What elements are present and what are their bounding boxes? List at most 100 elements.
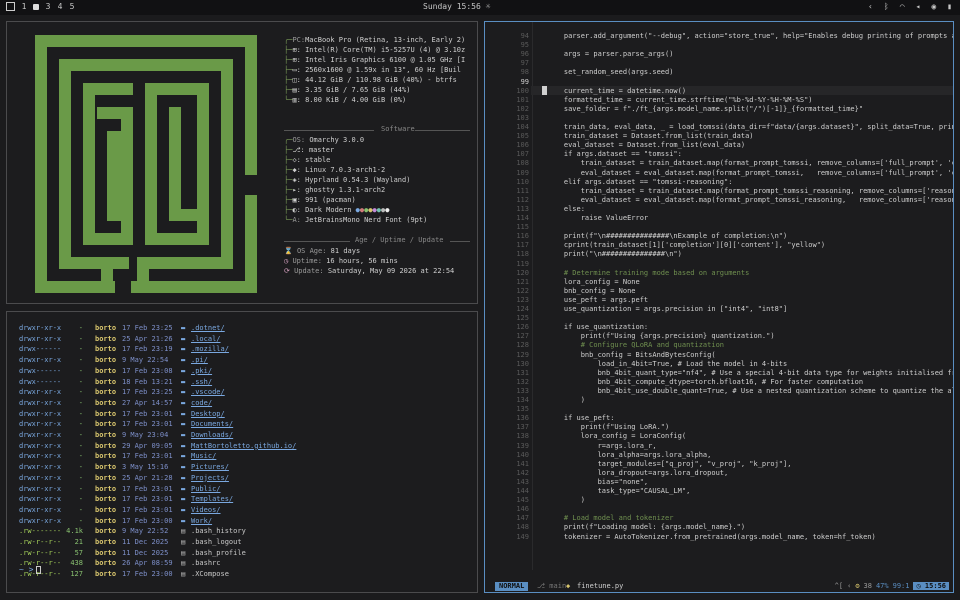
file-owner: borto — [95, 431, 117, 439]
code-line[interactable]: train_dataset = train_dataset.map(format… — [547, 159, 953, 167]
file-date: 3 May 15:16 — [122, 463, 169, 472]
clock[interactable]: Sunday 15:56 ☼ — [423, 2, 490, 11]
workspace-3[interactable]: 3 — [45, 2, 51, 11]
line-number: 126 — [516, 323, 529, 332]
code-line[interactable]: train_data, eval_data, _ = load_tomssi(d… — [547, 123, 953, 131]
code-line[interactable]: bnb_config = None — [547, 287, 636, 295]
code-line[interactable]: eval_dataset = eval_dataset.map(format_p… — [547, 169, 953, 177]
pending-keys: ^[ — [834, 582, 844, 590]
line-number: 131 — [516, 368, 529, 377]
ls-terminal[interactable]: drwxr-xr-x - borto 17 Feb 23:25 ▬ .dotnet/drw… — [6, 311, 478, 593]
line-number: 96 — [520, 50, 529, 59]
workspace-4[interactable]: 4 — [57, 2, 63, 11]
code-line[interactable]: if use_peft: — [547, 414, 615, 422]
file-size: - — [78, 420, 83, 429]
fetch-sw-branch: ├─⎇: master — [284, 146, 335, 154]
file-size: 57 — [74, 548, 83, 557]
code-line[interactable]: lora_alpha=args.lora_alpha, — [547, 451, 712, 459]
workspace-1[interactable]: 1 — [21, 2, 27, 11]
gpu-icon: ⊞ — [292, 56, 297, 64]
cpu-icon[interactable]: ◉ — [931, 2, 936, 11]
code-line[interactable]: else: — [547, 205, 585, 213]
palette-icon: ◐ — [292, 206, 297, 214]
code-line[interactable]: if args.dataset == "tomssi": — [547, 150, 682, 158]
code-line[interactable]: train_dataset = train_dataset.map(format… — [547, 187, 953, 195]
code-line[interactable]: # Load model and tokenizer — [547, 514, 674, 522]
divider — [415, 130, 470, 131]
code-line[interactable]: eval_dataset = eval_dataset.map(format_p… — [547, 196, 953, 204]
code-line[interactable]: save_folder = f"./ft_{args.model_name.sp… — [547, 105, 863, 113]
code-line[interactable]: # Determine training mode based on argum… — [547, 269, 749, 277]
code-line[interactable]: use_quantization = args.precision in ["i… — [547, 305, 787, 313]
code-line[interactable]: print(f"Using {args.precision} quantizat… — [547, 332, 775, 340]
code-line[interactable]: eval_dataset = Dataset.from_list(eval_da… — [547, 141, 745, 149]
code-line[interactable]: # Configure QLoRA and quantization — [547, 341, 724, 349]
code-line[interactable]: r=args.lora_r, — [547, 442, 657, 450]
line-number: 102 — [516, 104, 529, 113]
folder-icon: ▬ — [181, 366, 186, 375]
shell-prompt[interactable]: ~ > — [19, 565, 42, 574]
code-line[interactable]: args = parser.parse_args() — [547, 50, 674, 58]
code-line[interactable]: bnb_config = BitsAndBytesConfig( — [547, 351, 716, 359]
code-line[interactable]: ) — [547, 496, 585, 504]
chevron-left-icon[interactable]: ‹ — [868, 2, 873, 11]
folder-icon: ▬ — [181, 334, 186, 343]
line-number: 103 — [516, 113, 529, 122]
code-line[interactable]: parser.add_argument("--debug", action="s… — [547, 32, 953, 40]
code-line[interactable]: print(f"Loading model: {args.model_name}… — [547, 523, 745, 531]
code-line[interactable]: load_in_4bit=True, # Load the model in 4… — [547, 360, 788, 368]
kernel-icon: ◆ — [292, 166, 297, 174]
code-line[interactable]: bias="none", — [547, 478, 649, 486]
file-size: - — [78, 516, 83, 525]
code-line[interactable]: current_time = datetime.now() — [547, 87, 686, 95]
code-line[interactable]: print(f"Using LoRA.") — [547, 423, 670, 431]
file-size: - — [78, 366, 83, 375]
bluetooth-icon[interactable]: ᛒ — [884, 2, 889, 11]
code-line[interactable]: print(f"\n###############\nExample of co… — [547, 232, 787, 240]
code-line[interactable]: train_dataset = Dataset.from_list(train_… — [547, 132, 754, 140]
line-number: 110 — [516, 177, 529, 186]
battery-icon[interactable]: ▮ — [947, 2, 952, 11]
workspace-2-active[interactable] — [33, 3, 39, 10]
volume-icon[interactable]: ◂ — [916, 2, 921, 11]
code-line[interactable]: lora_config = LoraConfig( — [547, 432, 686, 440]
code-line[interactable]: set_random_seed(args.seed) — [547, 68, 674, 76]
code-line[interactable]: lora_dropout=args.lora_dropout, — [547, 469, 729, 477]
file-name: .pki/ — [191, 366, 213, 375]
code-line[interactable]: if use_quantization: — [547, 323, 648, 331]
code-line[interactable]: target_modules=["q_proj", "v_proj", "k_p… — [547, 460, 792, 468]
code-line[interactable]: print("\n###############\n") — [547, 250, 682, 258]
file-name: code/ — [191, 398, 213, 407]
code-line[interactable]: tokenizer = AutoTokenizer.from_pretraine… — [547, 533, 876, 541]
fastfetch-terminal[interactable]: ╭─PC:MacBook Pro (Retina, 13-inch, Early… — [6, 21, 478, 304]
file-date: 17 Feb 23:01 — [122, 452, 173, 461]
workspace-5[interactable]: 5 — [69, 2, 75, 11]
wifi-icon[interactable]: ◠ — [900, 2, 905, 11]
line-number: 113 — [516, 204, 529, 213]
file-size: 127 — [70, 570, 83, 579]
code-line[interactable]: raise ValueError — [547, 214, 648, 222]
status-line: NORMAL ⎇ main ◆ finetune.py ^[ ‹ ⚙ 38 47… — [485, 581, 953, 592]
code-line[interactable]: use_peft = args.peft — [547, 296, 648, 304]
omarchy-logo-icon[interactable] — [6, 2, 15, 11]
file-name: Pictures/ — [191, 463, 229, 472]
code-line[interactable]: bnb_4bit_compute_dtype=torch.bfloat16, #… — [547, 378, 864, 386]
code-line[interactable]: cprint(train_dataset[1]['completion'][0]… — [547, 241, 825, 249]
code-line[interactable]: bnb_4bit_use_double_quant=True, # Use a … — [547, 387, 953, 395]
file-size: - — [78, 473, 83, 482]
code-line[interactable]: lora_config = None — [547, 278, 640, 286]
neovim-editor[interactable]: 94 parser.add_argument("--debug", action… — [484, 21, 954, 593]
line-number: 146 — [516, 505, 529, 514]
code-line[interactable]: task_type="CAUSAL_LM", — [547, 487, 691, 495]
file-owner: borto — [95, 570, 117, 579]
code-line[interactable]: elif args.dataset == "tomssi-reasoning": — [547, 178, 733, 186]
line-number: 120 — [516, 268, 529, 277]
file-size: - — [78, 388, 83, 397]
code-line[interactable]: formatted_time = current_time.strftime("… — [547, 96, 813, 104]
cursor-position: 99:1 — [892, 582, 910, 590]
folder-icon: ▬ — [181, 420, 186, 429]
gutter-separator — [532, 22, 533, 570]
code-line[interactable]: bnb_4bit_quant_type="nf4", # Use a speci… — [547, 369, 953, 377]
diagnostics-icon: ⚙ — [855, 582, 860, 590]
code-line[interactable]: ) — [547, 396, 585, 404]
